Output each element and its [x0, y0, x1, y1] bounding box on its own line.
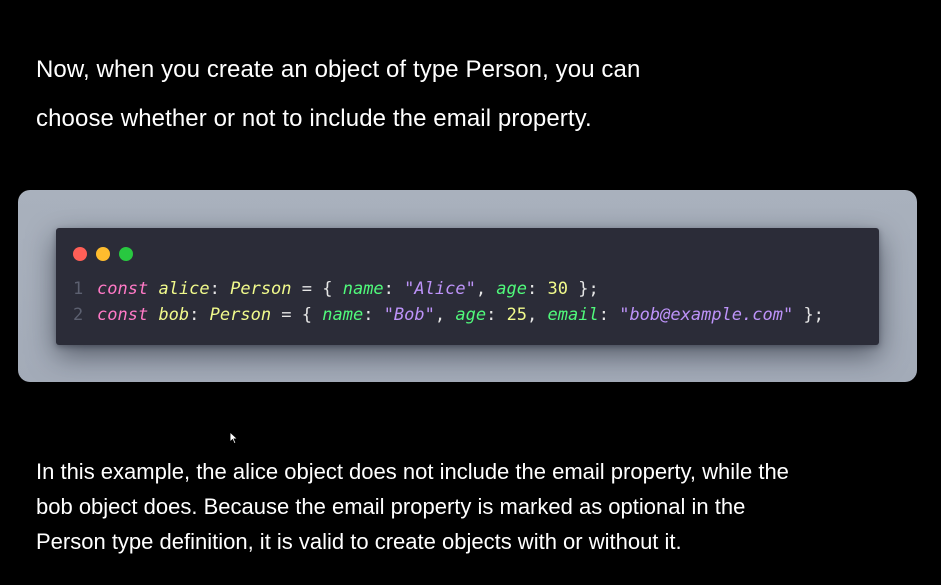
code-token-punc: :: [209, 279, 231, 299]
code-token-type: Person: [209, 305, 272, 325]
code-token-prop: age: [455, 305, 487, 325]
code-token-punc: = {: [271, 305, 323, 325]
code-editor-window: 1 const alice: Person = { name: "Alice", …: [56, 228, 879, 345]
code-token-prop: name: [322, 305, 364, 325]
code-token-punc: = {: [291, 279, 343, 299]
minimize-dot-icon: [96, 247, 110, 261]
explanation-line-1: In this example, the alice object does n…: [36, 459, 789, 484]
code-line: 1 const alice: Person = { name: "Alice", …: [73, 276, 824, 302]
code-token-str: "Bob": [383, 305, 435, 325]
window-controls: [73, 247, 133, 261]
code-snippet-frame: 1 const alice: Person = { name: "Alice", …: [18, 190, 917, 382]
maximize-dot-icon: [119, 247, 133, 261]
code-token-prop: name: [342, 279, 384, 299]
code-token-punc: :: [598, 305, 620, 325]
code-token-punc: ,: [434, 305, 456, 325]
code-token-punc: :: [486, 305, 507, 325]
explanation-line-3: Person type definition, it is valid to c…: [36, 529, 682, 554]
intro-line-2: choose whether or not to include the ema…: [36, 105, 592, 132]
code-token-punc: };: [567, 279, 599, 299]
code-block: 1 const alice: Person = { name: "Alice", …: [73, 276, 824, 328]
code-token-punc: :: [383, 279, 405, 299]
code-token-prop: email: [547, 305, 599, 325]
code-token-punc: :: [527, 279, 548, 299]
code-token-type: Person: [230, 279, 292, 299]
code-token-punc: :: [189, 305, 210, 325]
code-token-punc: [148, 305, 158, 325]
code-token-punc: ,: [475, 279, 497, 299]
line-number: 1: [73, 279, 84, 299]
code-token-str: "Alice": [404, 279, 476, 299]
code-token-str: "bob@example.com": [619, 305, 794, 325]
code-token-num: 25: [506, 305, 528, 325]
explanation-paragraph: In this example, the alice object does n…: [36, 454, 916, 559]
code-token-prop: age: [496, 279, 528, 299]
code-token-var: bob: [158, 305, 190, 325]
explanation-line-2: bob object does. Because the email prope…: [36, 494, 746, 519]
code-token-punc: };: [793, 305, 824, 325]
close-dot-icon: [73, 247, 87, 261]
code-token-var: alice: [158, 279, 210, 299]
code-token-punc: ,: [527, 305, 548, 325]
code-token-kw: const: [97, 279, 149, 299]
code-token-punc: [148, 279, 158, 299]
code-token-num: 30: [547, 279, 568, 299]
line-number: 2: [73, 305, 84, 325]
code-line: 2 const bob: Person = { name: "Bob", age:…: [73, 302, 824, 328]
code-token-punc: :: [363, 305, 384, 325]
intro-line-1: Now, when you create an object of type P…: [36, 56, 641, 83]
code-token-kw: const: [97, 305, 149, 325]
